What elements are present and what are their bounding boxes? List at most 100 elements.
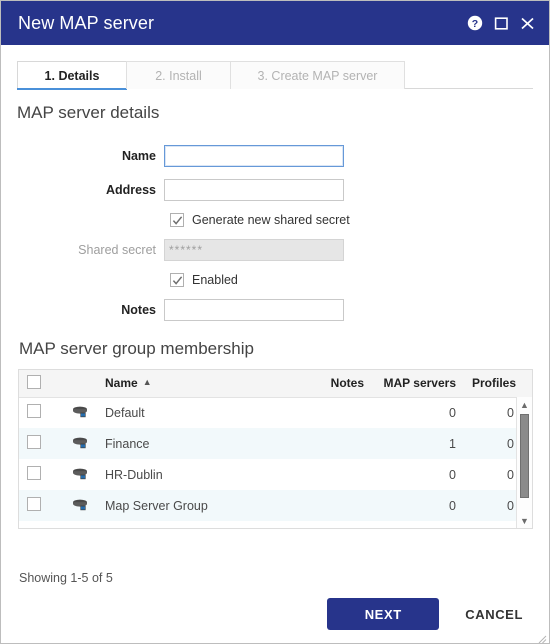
sort-ascending-icon: ▲	[142, 377, 152, 388]
tab-create-map-server: 3. Create MAP server	[230, 61, 405, 89]
svg-text:?: ?	[472, 18, 478, 30]
notes-header[interactable]: Notes	[306, 370, 372, 398]
address-input[interactable]	[164, 179, 344, 201]
membership-table-container: Name ▲ Notes MAP servers Profiles Default…	[18, 369, 533, 529]
notes-label: Notes	[121, 303, 156, 317]
notes-input[interactable]	[164, 299, 344, 321]
enabled-checkbox[interactable]	[170, 273, 184, 287]
scrollbar-thumb[interactable]	[520, 414, 529, 498]
table-row[interactable]: HR-Dublin 0 0	[19, 459, 532, 490]
table-row[interactable]: Network Group00	[19, 521, 532, 529]
enabled-label: Enabled	[192, 273, 238, 287]
row-notes	[306, 459, 372, 490]
tab-create-map-server-label: 3. Create MAP server	[257, 68, 378, 83]
table-scrollbar[interactable]: ▲ ▼	[516, 397, 532, 528]
row-notes	[306, 397, 372, 428]
row-select-cell	[19, 459, 63, 490]
map-servers-header[interactable]: MAP servers	[372, 370, 464, 398]
row-map-servers: 0	[449, 498, 456, 513]
shared-secret-input	[164, 239, 344, 261]
enabled-row: Enabled	[1, 273, 549, 287]
row-map-servers: 0	[372, 521, 464, 528]
scroll-down-icon[interactable]: ▼	[517, 513, 532, 528]
server-icon	[72, 499, 89, 514]
new-map-server-dialog: New MAP server ? 1. Details 2. Install 3…	[0, 0, 550, 644]
server-icon	[72, 406, 89, 421]
table-row[interactable]: Map Server Group 0 0	[19, 490, 532, 521]
table-row[interactable]: Finance 1 0	[19, 428, 532, 459]
row-checkbox[interactable]	[27, 466, 41, 480]
shared-secret-row: Shared secret	[1, 239, 549, 261]
help-icon[interactable]: ?	[467, 15, 483, 31]
name-input[interactable]	[164, 145, 344, 167]
row-notes	[306, 428, 372, 459]
row-notes	[306, 521, 372, 528]
generate-secret-row: Generate new shared secret	[1, 213, 549, 227]
next-button[interactable]: NEXT	[327, 598, 440, 630]
details-form: Name Address Generate new shared secret …	[1, 123, 549, 321]
row-map-servers: 0	[449, 467, 456, 482]
cancel-button[interactable]: CANCEL	[461, 601, 527, 628]
table-row[interactable]: Default 0 0	[19, 397, 532, 428]
select-all-header	[19, 370, 63, 398]
generate-secret-checkbox[interactable]	[170, 213, 184, 227]
maximize-icon[interactable]	[494, 16, 509, 31]
row-select-cell	[19, 490, 63, 521]
row-map-servers: 0	[449, 405, 456, 420]
tab-install-label: 2. Install	[155, 68, 202, 83]
address-row: Address	[1, 179, 549, 201]
generate-secret-label: Generate new shared secret	[192, 213, 350, 227]
row-icon-cell	[63, 428, 97, 459]
row-checkbox[interactable]	[27, 404, 41, 419]
row-map-servers: 1	[449, 436, 456, 451]
row-name: Default	[105, 405, 145, 420]
row-checkbox[interactable]	[27, 497, 41, 511]
table-header-row: Name ▲ Notes MAP servers Profiles	[19, 370, 532, 398]
icon-header	[63, 370, 97, 398]
scroll-up-icon[interactable]: ▲	[517, 397, 532, 412]
table-body: Default 0 0 Finance 1 0 HR-Dublin 0 0 Map Server …	[19, 397, 532, 529]
tab-details-label: 1. Details	[44, 68, 100, 83]
tab-details[interactable]: 1. Details	[17, 61, 127, 90]
row-notes	[306, 490, 372, 521]
showing-count: Showing 1-5 of 5	[19, 571, 117, 585]
row-name: HR-Dublin	[105, 467, 163, 482]
name-header[interactable]: Name ▲	[97, 370, 306, 398]
server-icon	[72, 468, 89, 483]
tab-install: 2. Install	[126, 61, 231, 89]
name-label: Name	[121, 149, 156, 163]
server-icon	[72, 437, 89, 452]
select-all-checkbox[interactable]	[27, 374, 41, 389]
wizard-tabs: 1. Details 2. Install 3. Create MAP serv…	[17, 61, 533, 90]
resize-grip[interactable]	[537, 631, 547, 643]
row-select-cell	[19, 397, 63, 428]
window-title: New MAP server	[18, 12, 155, 33]
dialog-footer: NEXT CANCEL	[1, 585, 549, 643]
table-header: Name ▲ Notes MAP servers Profiles	[19, 370, 532, 398]
row-icon-cell	[63, 459, 97, 490]
name-header-label: Name	[105, 376, 138, 391]
row-select-cell	[19, 521, 63, 529]
window-controls: ?	[467, 15, 535, 31]
row-checkbox[interactable]	[27, 435, 41, 449]
row-icon-cell	[63, 397, 97, 428]
title-bar: New MAP server ?	[1, 1, 549, 45]
profiles-header[interactable]: Profiles	[464, 370, 532, 398]
name-row: Name	[1, 145, 549, 167]
membership-table: Name ▲ Notes MAP servers Profiles Default…	[19, 370, 532, 529]
row-icon-cell	[63, 521, 97, 528]
row-icon-cell	[63, 490, 97, 521]
details-heading: MAP server details	[17, 103, 160, 122]
close-icon[interactable]	[520, 16, 535, 31]
membership-section: MAP server group membership Name ▲ Notes …	[1, 339, 549, 529]
membership-heading: MAP server group membership	[19, 339, 254, 358]
row-checkbox[interactable]	[27, 528, 41, 529]
row-name: Finance	[105, 436, 150, 451]
scrollbar-track[interactable]	[517, 412, 532, 513]
notes-row: Notes	[1, 299, 549, 321]
shared-secret-label: Shared secret	[78, 243, 156, 257]
row-name: Network Group	[97, 521, 306, 528]
row-select-cell	[19, 428, 63, 459]
row-name: Map Server Group	[105, 498, 208, 513]
address-label: Address	[105, 183, 156, 197]
